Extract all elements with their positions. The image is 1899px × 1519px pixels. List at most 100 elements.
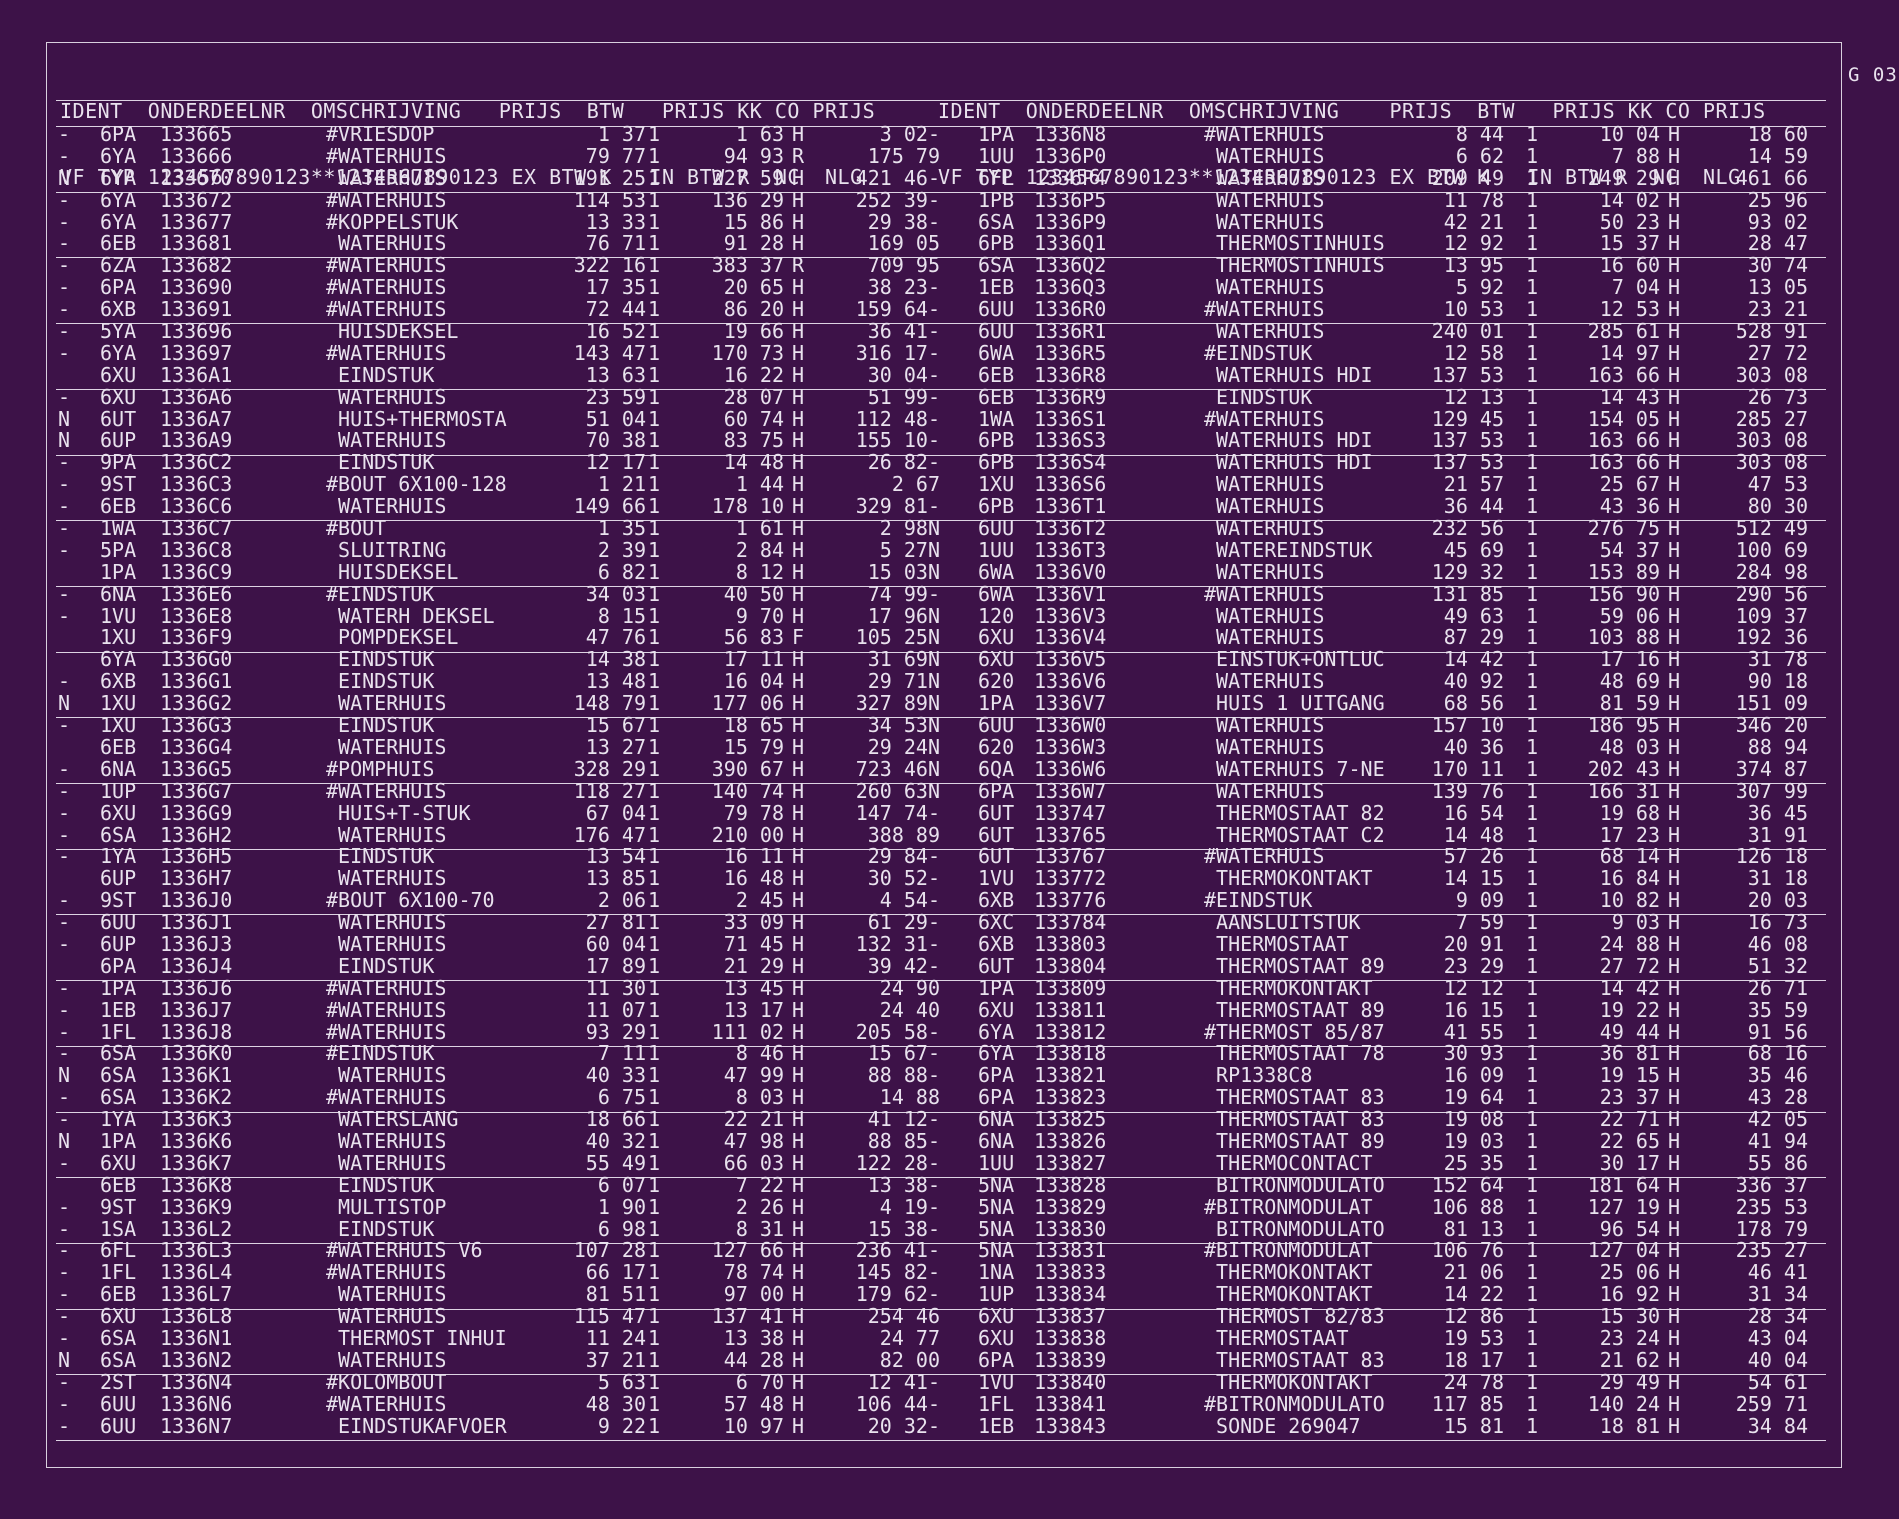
left-nr-cell: 1336G4 [160, 734, 233, 759]
right-typ-cell: 6XU [978, 1304, 1015, 1329]
left-ex-cell: 37 21 [585, 1347, 646, 1372]
left-in-cell: 13 45 [723, 975, 784, 1000]
right-typ-cell: 6UU [978, 297, 1015, 322]
left-nlg-cell: 34 53N [867, 713, 940, 738]
right-nr-cell: 133804 [1034, 953, 1107, 978]
left-kk-cell: H [792, 384, 805, 409]
right-btw-cell: 1 [1526, 537, 1539, 562]
right-typ-cell: 6PA [978, 1347, 1015, 1372]
right-desc-cell: THERMOSTINHUIS [1204, 231, 1385, 256]
right-in-cell: 15 30 [1599, 1304, 1660, 1329]
left-typ-cell: 6UU [100, 1391, 137, 1416]
right-desc-cell: WATERHUIS [1204, 734, 1325, 759]
left-nlg-cell: 329 81- [855, 494, 940, 519]
left-desc-cell: #WATERHUIS [326, 975, 447, 1000]
left-desc-cell: #WATERHUIS [326, 253, 447, 278]
right-desc-cell: THERMOKONTAKT [1204, 1282, 1373, 1307]
right-nr-cell: 133826 [1034, 1128, 1107, 1153]
right-kk-cell: H [1668, 625, 1681, 650]
right-nlg-cell: 14 59 [1747, 143, 1808, 168]
right-ex-cell: 19 03 [1443, 1128, 1504, 1153]
right-typ-cell: 120 [978, 603, 1015, 628]
left-btw-cell: 1 [648, 1085, 661, 1110]
left-typ-cell: 1XU [100, 713, 137, 738]
left-kk-cell: H [792, 953, 805, 978]
left-btw-cell: 1 [648, 888, 661, 913]
right-ex-cell: 21 57 [1443, 472, 1504, 497]
left-desc-cell: WATERHUIS [326, 494, 447, 519]
right-nr-cell: 1336R8 [1034, 362, 1107, 387]
right-kk-cell: H [1668, 975, 1681, 1000]
left-in-cell: 111 02 [711, 1019, 784, 1044]
right-ex-cell: 117 85 [1431, 1391, 1504, 1416]
left-typ-cell: 9ST [100, 888, 137, 913]
left-vf-cell: - [58, 844, 71, 869]
left-in-cell: 15 79 [723, 734, 784, 759]
right-typ-cell: 6WA [978, 340, 1015, 365]
left-ex-cell: 107 28 [573, 1238, 646, 1263]
left-nr-cell: 1336J8 [160, 1019, 233, 1044]
left-btw-cell: 1 [648, 253, 661, 278]
right-desc-cell: THERMOCONTACT [1204, 1150, 1373, 1175]
right-typ-cell: 6XB [978, 888, 1015, 913]
right-in-cell: 140 24 [1587, 1391, 1660, 1416]
left-kk-cell: H [792, 1347, 805, 1372]
right-in-cell: 23 24 [1599, 1325, 1660, 1350]
right-typ-cell: 1UP [978, 1282, 1015, 1307]
left-btw-cell: 1 [648, 647, 661, 672]
left-typ-cell: 6XU [100, 800, 137, 825]
left-typ-cell: 6UP [100, 866, 137, 891]
right-desc-cell: THERMOSTAAT 89 [1204, 1128, 1385, 1153]
left-in-cell: 2 26 [735, 1194, 784, 1219]
right-nlg-cell: 31 91 [1747, 822, 1808, 847]
left-in-cell: 2 45 [735, 888, 784, 913]
left-desc-cell: SLUITRING [326, 537, 447, 562]
left-kk-cell: H [792, 406, 805, 431]
right-btw-cell: 1 [1526, 384, 1539, 409]
left-vf-cell: - [58, 1282, 71, 1307]
right-desc-cell: THERMOSTAAT [1204, 1325, 1349, 1350]
right-ex-cell: 13 95 [1443, 253, 1504, 278]
right-btw-cell: 1 [1526, 778, 1539, 803]
left-ex-cell: 5 63 [597, 1369, 646, 1394]
left-typ-cell: 1PA [100, 559, 137, 584]
left-btw-cell: 1 [648, 1391, 661, 1416]
left-in-cell: 1 63 [735, 122, 784, 146]
left-nr-cell: 133681 [160, 231, 233, 256]
right-nr-cell: 1336T1 [1034, 494, 1107, 519]
left-nr-cell: 1336N7 [160, 1413, 233, 1438]
right-nr-cell: 1336R5 [1034, 340, 1107, 365]
right-ex-cell: 21 06 [1443, 1260, 1504, 1285]
left-nlg-cell: 29 38- [867, 209, 940, 234]
right-ex-cell: 19 08 [1443, 1107, 1504, 1132]
left-desc-cell: #WATERHUIS [326, 1019, 447, 1044]
left-nr-cell: 1336A1 [160, 362, 233, 387]
right-btw-cell: 1 [1526, 406, 1539, 431]
left-kk-cell: H [792, 275, 805, 300]
left-vf-cell: - [58, 1325, 71, 1350]
left-typ-cell: 6EB [100, 734, 137, 759]
left-vf-cell: - [58, 1391, 71, 1416]
left-in-cell: 47 99 [723, 1063, 784, 1088]
left-vf-cell: N [58, 406, 71, 431]
left-in-cell: 8 03 [735, 1085, 784, 1110]
left-nr-cell: 1336K1 [160, 1063, 233, 1088]
right-ex-cell: 139 76 [1431, 778, 1504, 803]
left-kk-cell: H [792, 297, 805, 322]
right-desc-cell: WATERHUIS [1204, 143, 1325, 168]
right-ex-cell: 36 44 [1443, 494, 1504, 519]
right-typ-cell: 6UT [978, 953, 1015, 978]
left-nr-cell: 1336K6 [160, 1128, 233, 1153]
left-ex-cell: 148 79 [573, 691, 646, 716]
left-kk-cell: H [792, 866, 805, 891]
left-nlg-cell: 5 27N [879, 537, 940, 562]
left-vf-cell: - [58, 581, 71, 606]
right-nlg-cell: 284 98 [1735, 559, 1808, 584]
left-vf-cell: - [58, 931, 71, 956]
right-kk-cell: H [1668, 187, 1681, 212]
left-kk-cell: H [792, 516, 805, 541]
left-typ-cell: 1YA [100, 844, 137, 869]
left-nr-cell: 1336K9 [160, 1194, 233, 1219]
left-nlg-cell: 20 32- [867, 1413, 940, 1438]
left-in-cell: 22 21 [723, 1107, 784, 1132]
